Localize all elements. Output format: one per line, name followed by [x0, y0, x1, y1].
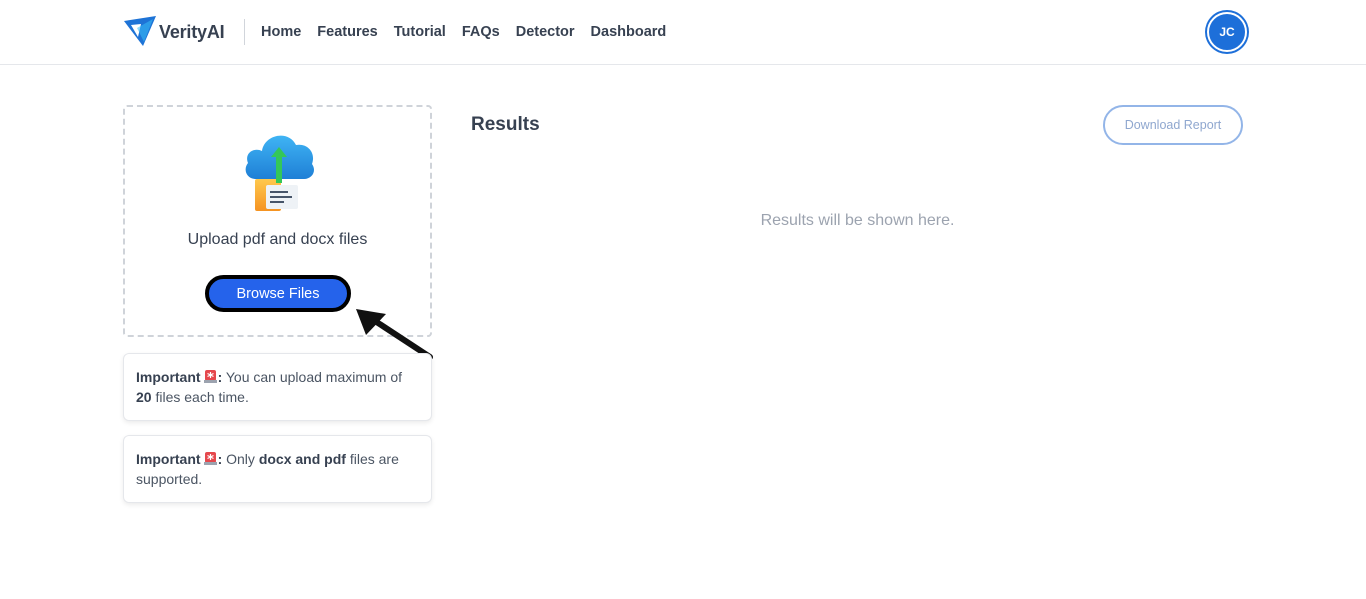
note-label: Important: [136, 451, 201, 467]
note-text-before: You can upload maximum of: [225, 369, 403, 385]
verity-logo-icon: [124, 16, 156, 46]
siren-icon: [203, 452, 217, 465]
nav-dashboard[interactable]: Dashboard: [591, 24, 667, 40]
top-navbar: VerityAI Home Features Tutorial FAQs Det…: [0, 0, 1366, 65]
upload-dropzone[interactable]: Upload pdf and docx files Browse Files: [123, 105, 432, 337]
brand-name: VerityAI: [159, 21, 225, 42]
nav-faqs[interactable]: FAQs: [462, 24, 500, 40]
main-nav: Home Features Tutorial FAQs Detector Das…: [261, 0, 666, 64]
download-report-button[interactable]: Download Report: [1103, 105, 1243, 145]
siren-icon: [203, 370, 217, 383]
user-avatar[interactable]: JC: [1207, 12, 1247, 52]
nav-tutorial[interactable]: Tutorial: [394, 24, 446, 40]
note-label: Important: [136, 369, 201, 385]
file-type-note: Important: Only docx and pdf files are s…: [123, 435, 432, 503]
upload-instruction: Upload pdf and docx files: [187, 231, 368, 248]
nav-divider: [244, 19, 245, 45]
results-title: Results: [471, 114, 540, 135]
nav-home[interactable]: Home: [261, 24, 301, 40]
results-empty-message: Results will be shown here.: [760, 212, 955, 229]
note-text-before: Only: [226, 451, 255, 467]
note-bold: 20: [136, 389, 152, 405]
nav-features[interactable]: Features: [317, 24, 377, 40]
nav-detector[interactable]: Detector: [516, 24, 575, 40]
note-bold: docx and pdf: [258, 451, 346, 467]
note-text-after: files each time.: [155, 389, 249, 405]
brand-logo-link[interactable]: VerityAI: [123, 15, 225, 49]
upload-limit-note: Important: You can upload maximum of 20 …: [123, 353, 432, 421]
browse-files-button[interactable]: Browse Files: [205, 275, 351, 312]
cloud-upload-document-icon: [245, 135, 315, 211]
